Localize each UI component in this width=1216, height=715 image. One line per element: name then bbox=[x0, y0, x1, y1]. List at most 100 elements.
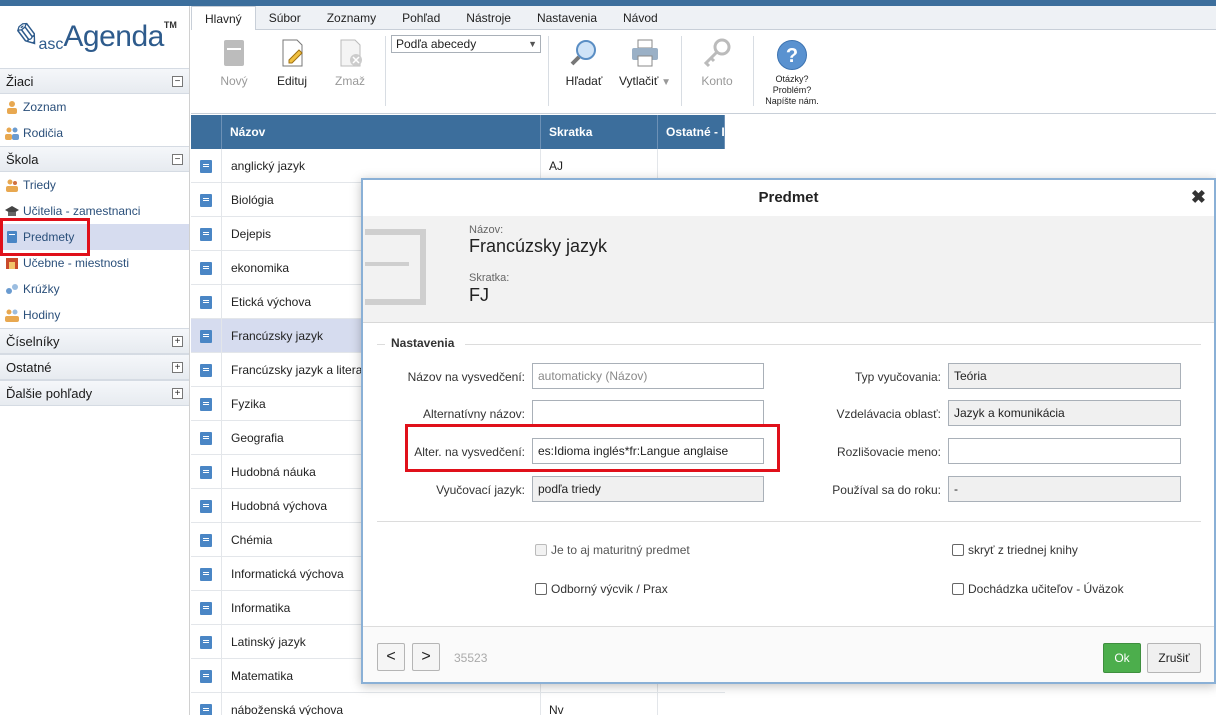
app-logo: ✎ asc Agenda TM bbox=[0, 6, 189, 68]
checkbox-label: Dochádzka učiteľov - Úväzok bbox=[968, 582, 1124, 596]
column-divider bbox=[221, 217, 222, 251]
sidebar-item-rodicia[interactable]: Rodičia bbox=[0, 120, 189, 146]
column-divider bbox=[221, 659, 222, 693]
close-icon[interactable]: ✖ bbox=[1191, 188, 1206, 206]
distinguishing-name-input[interactable] bbox=[948, 438, 1181, 464]
sort-value: Podľa abecedy bbox=[396, 37, 477, 51]
lessons-icon bbox=[5, 309, 19, 322]
sidebar-item-label: Zoznam bbox=[23, 100, 67, 114]
expand-icon[interactable]: + bbox=[172, 387, 183, 399]
edit-button[interactable]: Edituj bbox=[265, 38, 319, 88]
tab-navod[interactable]: Návod bbox=[610, 6, 671, 30]
sidebar-section-ostatne[interactable]: Ostatné + bbox=[0, 354, 189, 380]
certificate-name-input[interactable]: automaticky (Názov) bbox=[532, 363, 764, 389]
column-divider bbox=[221, 183, 222, 217]
subject-short: Nv bbox=[549, 703, 564, 715]
col-header-nazov[interactable]: Názov bbox=[222, 115, 541, 149]
field-label: Rozlišovacie meno: bbox=[836, 445, 941, 459]
tab-hlavny[interactable]: Hlavný bbox=[191, 6, 256, 31]
prev-record-button[interactable]: < bbox=[377, 643, 405, 671]
book-icon bbox=[200, 330, 212, 343]
sidebar: ✎ asc Agenda TM Žiaci − Zoznam Rodičia Š… bbox=[0, 6, 190, 715]
teaching-type-select[interactable]: Teória bbox=[948, 363, 1181, 389]
sidebar-section-ziaci[interactable]: Žiaci − bbox=[0, 68, 189, 94]
sidebar-section-ciselniky[interactable]: Číselníky + bbox=[0, 328, 189, 354]
sidebar-item-triedy[interactable]: Triedy bbox=[0, 172, 189, 198]
column-divider bbox=[221, 591, 222, 625]
sidebar-item-hodiny[interactable]: Hodiny bbox=[0, 302, 189, 328]
account-button[interactable]: Konto bbox=[690, 38, 744, 88]
sidebar-section-skola[interactable]: Škola − bbox=[0, 146, 189, 172]
col-header-ostatne[interactable]: Ostatné - I bbox=[658, 115, 725, 149]
checkbox-box bbox=[535, 544, 547, 556]
field-label: Alternatívny názov: bbox=[422, 407, 525, 421]
print-button[interactable]: Vytlačiť ▼ bbox=[613, 38, 677, 88]
expand-icon[interactable]: + bbox=[172, 335, 183, 347]
settings-section-title: Nastavenia bbox=[391, 336, 455, 350]
tab-subor[interactable]: Súbor bbox=[256, 6, 314, 30]
dialog-header-panel: Názov: Francúzsky jazyk Skratka: FJ bbox=[363, 216, 1214, 323]
collapse-icon[interactable]: − bbox=[172, 75, 183, 87]
question-icon: ? bbox=[777, 40, 807, 70]
expand-icon[interactable]: + bbox=[172, 361, 183, 373]
tab-nastavenia[interactable]: Nastavenia bbox=[524, 6, 610, 30]
ribbon-tabs: Hlavný Súbor Zoznamy Pohľad Nástroje Nas… bbox=[191, 6, 1216, 31]
tab-pohlad[interactable]: Pohľad bbox=[389, 6, 453, 30]
tab-nastroje[interactable]: Nástroje bbox=[453, 6, 524, 30]
book-icon bbox=[200, 364, 212, 377]
grid-header-icon-col bbox=[191, 115, 222, 149]
delete-button[interactable]: Zmaž bbox=[323, 38, 377, 88]
search-label: Hľadať bbox=[565, 74, 603, 88]
book-icon bbox=[200, 602, 212, 615]
logo-prefix: asc bbox=[38, 36, 64, 53]
ok-button[interactable]: Ok bbox=[1103, 643, 1141, 673]
tab-zoznamy[interactable]: Zoznamy bbox=[314, 6, 389, 30]
next-record-button[interactable]: > bbox=[412, 643, 440, 671]
sidebar-item-label: Hodiny bbox=[23, 308, 61, 322]
help-button[interactable]: ? Otázky? Problém? Napíšte nám. bbox=[759, 40, 825, 107]
checkbox-box bbox=[535, 583, 547, 595]
club-icon bbox=[6, 284, 18, 294]
book-icon bbox=[200, 500, 212, 513]
sidebar-item-zoznam[interactable]: Zoznam bbox=[0, 94, 189, 120]
alternative-name-input[interactable] bbox=[532, 400, 764, 426]
col-header-skratka[interactable]: Skratka bbox=[541, 115, 658, 149]
account-label: Konto bbox=[701, 74, 733, 88]
vocational-checkbox[interactable]: Odborný výcvik / Prax bbox=[535, 582, 668, 596]
education-area-select[interactable]: Jazyk a komunikácia bbox=[948, 400, 1181, 426]
book-icon bbox=[200, 228, 212, 241]
sidebar-item-kruzky[interactable]: Krúžky bbox=[0, 276, 189, 302]
sidebar-item-label: Rodičia bbox=[23, 126, 64, 140]
teaching-language-select[interactable]: podľa triedy bbox=[532, 476, 764, 502]
classroom-icon bbox=[6, 258, 18, 269]
dialog-title: Predmet bbox=[758, 189, 819, 206]
edit-label: Edituj bbox=[276, 74, 308, 88]
search-button[interactable]: Hľadať bbox=[557, 38, 611, 88]
field-label: Typ vyučovania: bbox=[854, 370, 941, 384]
edit-icon bbox=[282, 39, 303, 67]
field-label: Názov na vysvedčení: bbox=[407, 370, 525, 384]
short-value: FJ bbox=[469, 285, 489, 305]
book-icon bbox=[365, 229, 426, 305]
help-line: Otázky? bbox=[775, 74, 809, 84]
collapse-icon[interactable]: − bbox=[172, 153, 183, 165]
sort-select[interactable]: Podľa abecedy ▼ bbox=[391, 35, 541, 53]
name-value: Francúzsky jazyk bbox=[469, 236, 608, 256]
cancel-button[interactable]: Zrušiť bbox=[1147, 643, 1201, 673]
book-icon bbox=[200, 568, 212, 581]
ribbon-separator bbox=[753, 36, 754, 106]
field-label: Vyučovací jazyk: bbox=[436, 483, 525, 497]
dialog-footer: < > 35523 Ok Zrušiť bbox=[363, 626, 1214, 682]
column-divider bbox=[540, 693, 541, 715]
attendance-checkbox[interactable]: Dochádzka učiteľov - Úväzok bbox=[952, 582, 1124, 596]
new-button[interactable]: Nový bbox=[207, 38, 261, 88]
used-until-select[interactable]: - bbox=[948, 476, 1181, 502]
new-label: Nový bbox=[220, 74, 248, 88]
logo-pen-icon: ✎ bbox=[10, 18, 39, 55]
maturita-checkbox[interactable]: Je to aj maturitný predmet bbox=[535, 543, 690, 557]
table-row[interactable]: náboženská výchova Nv bbox=[191, 693, 725, 715]
column-divider bbox=[221, 625, 222, 659]
column-divider bbox=[221, 251, 222, 285]
hide-book-checkbox[interactable]: skryť z triednej knihy bbox=[952, 543, 1078, 557]
sidebar-section-dalsie[interactable]: Ďalšie pohľady + bbox=[0, 380, 189, 406]
